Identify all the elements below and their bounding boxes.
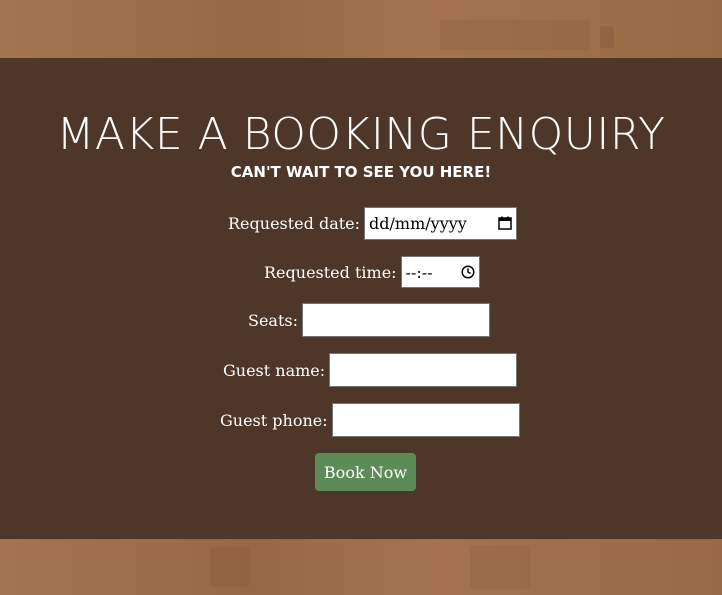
date-value: dd/mm/yyyy bbox=[369, 213, 467, 233]
guest-phone-field[interactable] bbox=[331, 403, 520, 437]
guest-phone-input[interactable] bbox=[336, 404, 515, 436]
seats-label: Seats: bbox=[248, 310, 298, 330]
guest-phone-row: Guest phone: bbox=[220, 403, 520, 437]
guest-name-label: Guest name: bbox=[223, 360, 326, 380]
background-bottom bbox=[0, 539, 722, 595]
date-field[interactable]: dd/mm/yyyy bbox=[364, 206, 518, 240]
background-top bbox=[0, 0, 722, 58]
calendar-icon[interactable] bbox=[498, 216, 512, 230]
seats-field[interactable] bbox=[302, 303, 490, 337]
seats-input[interactable] bbox=[307, 304, 485, 336]
date-row: Requested date: dd/mm/yyyy bbox=[228, 206, 518, 240]
background-detail bbox=[440, 20, 590, 50]
book-now-button[interactable]: Book Now bbox=[315, 453, 416, 491]
page-title: MAKE A BOOKING ENQUIRY bbox=[56, 109, 666, 160]
time-label: Requested time: bbox=[264, 262, 397, 282]
background-detail bbox=[600, 26, 614, 48]
background-detail bbox=[470, 545, 530, 589]
date-label: Requested date: bbox=[228, 213, 361, 233]
clock-icon[interactable] bbox=[460, 265, 475, 279]
background-detail bbox=[210, 547, 250, 587]
time-field[interactable]: --:-- bbox=[400, 256, 480, 288]
page-subtitle: CAN'T WAIT TO SEE YOU HERE! bbox=[230, 163, 492, 181]
time-row: Requested time: --:-- bbox=[264, 255, 480, 289]
time-value: --:-- bbox=[405, 262, 433, 282]
seats-row: Seats: bbox=[248, 303, 490, 337]
guest-name-row: Guest name: bbox=[223, 353, 518, 387]
guest-phone-label: Guest phone: bbox=[220, 410, 328, 430]
guest-name-field[interactable] bbox=[329, 353, 518, 387]
guest-name-input[interactable] bbox=[334, 354, 513, 386]
